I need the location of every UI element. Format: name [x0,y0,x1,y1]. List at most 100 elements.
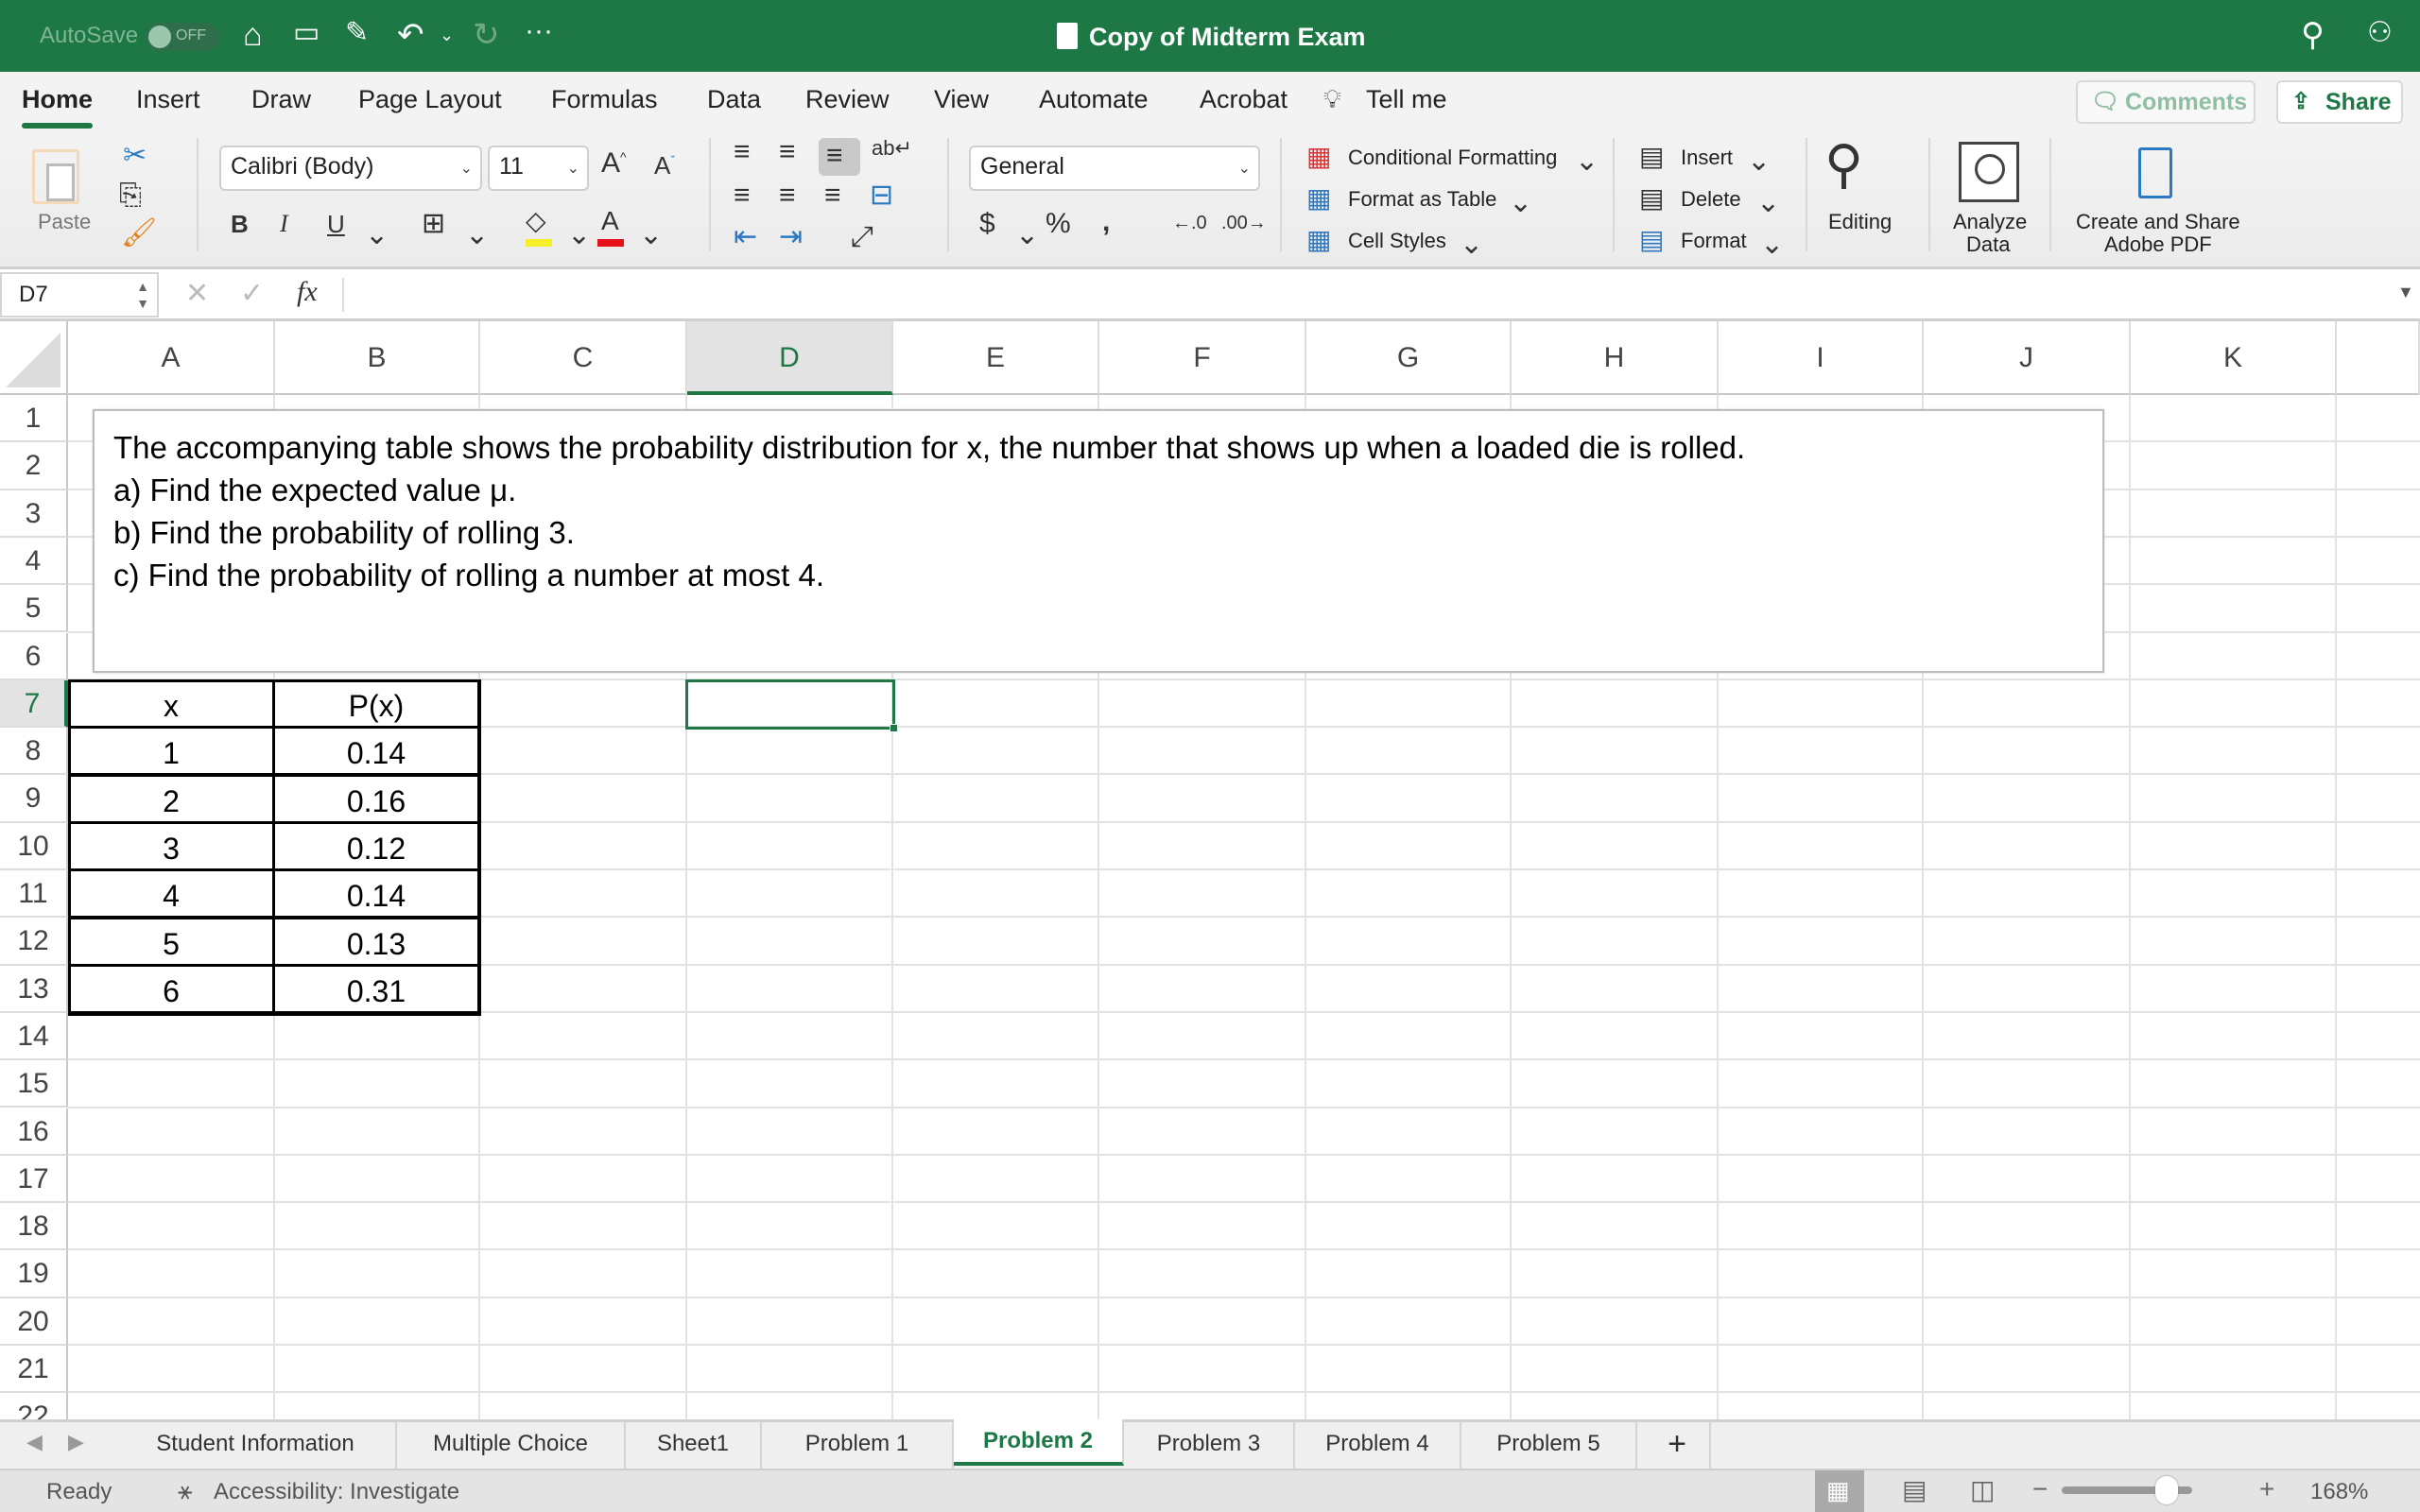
row-header-12[interactable]: 12 [0,918,68,966]
column-header-a[interactable]: A [68,321,275,395]
tab-data[interactable]: Data [707,85,761,114]
conditional-formatting-button[interactable]: Conditional Formatting [1348,146,1557,170]
row-header-7[interactable]: 7 [0,679,68,729]
fill-color-icon[interactable]: ◇ [526,208,546,234]
column-header-g[interactable]: G [1306,321,1512,395]
copy-icon[interactable]: ⎘ [119,181,142,210]
underline-button[interactable]: U [327,212,345,236]
row-header-13[interactable]: 13 [0,965,68,1013]
scroll-left-icon[interactable]: ◀ [26,1430,43,1454]
italic-button[interactable]: I [280,212,288,236]
fill-dropdown-icon[interactable]: ⌄ [567,221,591,249]
bold-button[interactable]: B [231,212,249,236]
table-cell[interactable]: 2 [68,774,274,823]
column-header-j[interactable]: J [1924,321,2131,395]
increase-font-icon[interactable]: A^ [601,149,627,178]
problem-text-box[interactable]: The accompanying table shows the probabi… [93,409,2104,673]
align-left-icon[interactable]: ≡ [734,181,751,210]
tab-insert[interactable]: Insert [136,85,200,114]
merge-center-icon[interactable]: ⊟ [870,181,893,210]
column-header-b[interactable]: B [275,321,480,395]
undo-icon[interactable]: ↶ [397,19,424,51]
analyze-data-line1[interactable]: Analyze [1953,210,2027,234]
save-icon[interactable]: ▭ [293,19,320,47]
increase-decimal-icon[interactable]: ←.0 [1172,214,1207,232]
name-box[interactable]: D7 ▲ ▼ [0,272,159,318]
tab-automate[interactable]: Automate [1039,85,1149,114]
analyze-data-line2[interactable]: Data [1966,232,2010,257]
format-button[interactable]: Format [1681,229,1747,253]
sheet-tab-problem-4[interactable]: Problem 4 [1295,1422,1461,1469]
comma-style-icon[interactable]: , [1102,208,1110,236]
table-cell[interactable]: 3 [68,821,274,870]
function-icon[interactable]: fx [297,278,318,306]
delete-button[interactable]: Delete [1681,187,1741,212]
row-header-10[interactable]: 10 [0,822,68,870]
decrease-decimal-icon[interactable]: .00→ [1221,214,1267,232]
row-header-9[interactable]: 9 [0,775,68,823]
font-color-icon[interactable]: A [601,208,619,234]
row-header-21[interactable]: 21 [0,1346,68,1394]
sheet-tab-multiple-choice[interactable]: Multiple Choice [397,1422,626,1469]
add-sheet-button[interactable]: + [1645,1422,1711,1469]
tell-me[interactable]: Tell me [1366,85,1447,114]
align-bottom-button[interactable]: ≡ [819,138,860,176]
create-share-line2[interactable]: Adobe PDF [2104,232,2212,257]
align-center-icon[interactable]: ≡ [779,181,796,210]
borders-icon[interactable]: ⊞ [422,210,445,238]
borders-dropdown-icon[interactable]: ⌄ [465,221,489,249]
save-as-icon[interactable]: ✎ [345,19,369,47]
sheet-tab-problem-3[interactable]: Problem 3 [1124,1422,1295,1469]
column-header-d[interactable]: D [687,321,893,395]
row-header-1[interactable]: 1 [0,395,68,443]
cancel-icon[interactable]: ✕ [185,280,209,308]
increase-indent-icon[interactable]: ⇥ [779,223,803,251]
font-color-dropdown-icon[interactable]: ⌄ [639,221,663,249]
row-header-20[interactable]: 20 [0,1297,68,1346]
table-cell[interactable]: 0.31 [273,964,479,1013]
accessibility-status[interactable]: Accessibility: Investigate [214,1479,459,1505]
expand-formula-icon[interactable]: ▼ [2397,284,2414,301]
wrap-text-icon[interactable]: ab↵ [872,138,912,159]
scroll-right-icon[interactable]: ▶ [68,1430,84,1454]
tab-view[interactable]: View [934,85,989,114]
row-header-8[interactable]: 8 [0,728,68,776]
share-people-icon[interactable]: ⚇ [2367,19,2393,47]
share-button[interactable]: ⇪ Share [2276,80,2403,124]
percent-icon[interactable]: % [1046,210,1071,238]
editing-button[interactable]: Editing [1828,210,1892,234]
create-pdf-icon[interactable] [2138,147,2172,198]
paste-icon[interactable] [32,149,79,204]
sheet-tab-problem-5[interactable]: Problem 5 [1461,1422,1637,1469]
table-cell[interactable]: 6 [68,964,274,1013]
table-header-cell[interactable]: P(x) [273,679,479,728]
zoom-in-button[interactable]: + [2259,1474,2274,1504]
orientation-icon[interactable]: ⤢ [851,223,873,251]
column-header-f[interactable]: F [1099,321,1306,395]
page-layout-view-icon[interactable]: ▤ [1902,1474,1927,1505]
tab-formulas[interactable]: Formulas [551,85,658,114]
row-header-14[interactable]: 14 [0,1012,68,1061]
row-header-18[interactable]: 18 [0,1203,68,1251]
normal-view-button[interactable]: ▦ [1815,1470,1864,1512]
table-cell[interactable]: 0.14 [273,869,479,919]
number-format-select[interactable]: General ⌄ [969,146,1260,191]
redo-icon[interactable]: ↻ [473,19,500,51]
row-header-2[interactable]: 2 [0,442,68,490]
sheet-tab-problem-2[interactable]: Problem 2 [954,1419,1124,1466]
column-header-e[interactable]: E [893,321,1099,395]
row-header-3[interactable]: 3 [0,490,68,538]
sheet-tab-problem-1[interactable]: Problem 1 [762,1422,954,1469]
row-header-22[interactable]: 22 [0,1393,68,1419]
table-cell[interactable]: 1 [68,727,274,776]
align-middle-icon[interactable]: ≡ [779,138,796,166]
tab-review[interactable]: Review [805,85,890,114]
page-break-view-icon[interactable]: ◫ [1970,1474,1995,1505]
row-header-19[interactable]: 19 [0,1250,68,1298]
row-header-16[interactable]: 16 [0,1108,68,1156]
create-share-line1[interactable]: Create and Share [2076,210,2240,234]
autosave-toggle[interactable]: OFF [146,23,219,51]
table-cell[interactable]: 5 [68,917,274,966]
sheet-tab-sheet1[interactable]: Sheet1 [626,1422,762,1469]
format-painter-icon[interactable]: 🖌︎ [121,219,157,248]
